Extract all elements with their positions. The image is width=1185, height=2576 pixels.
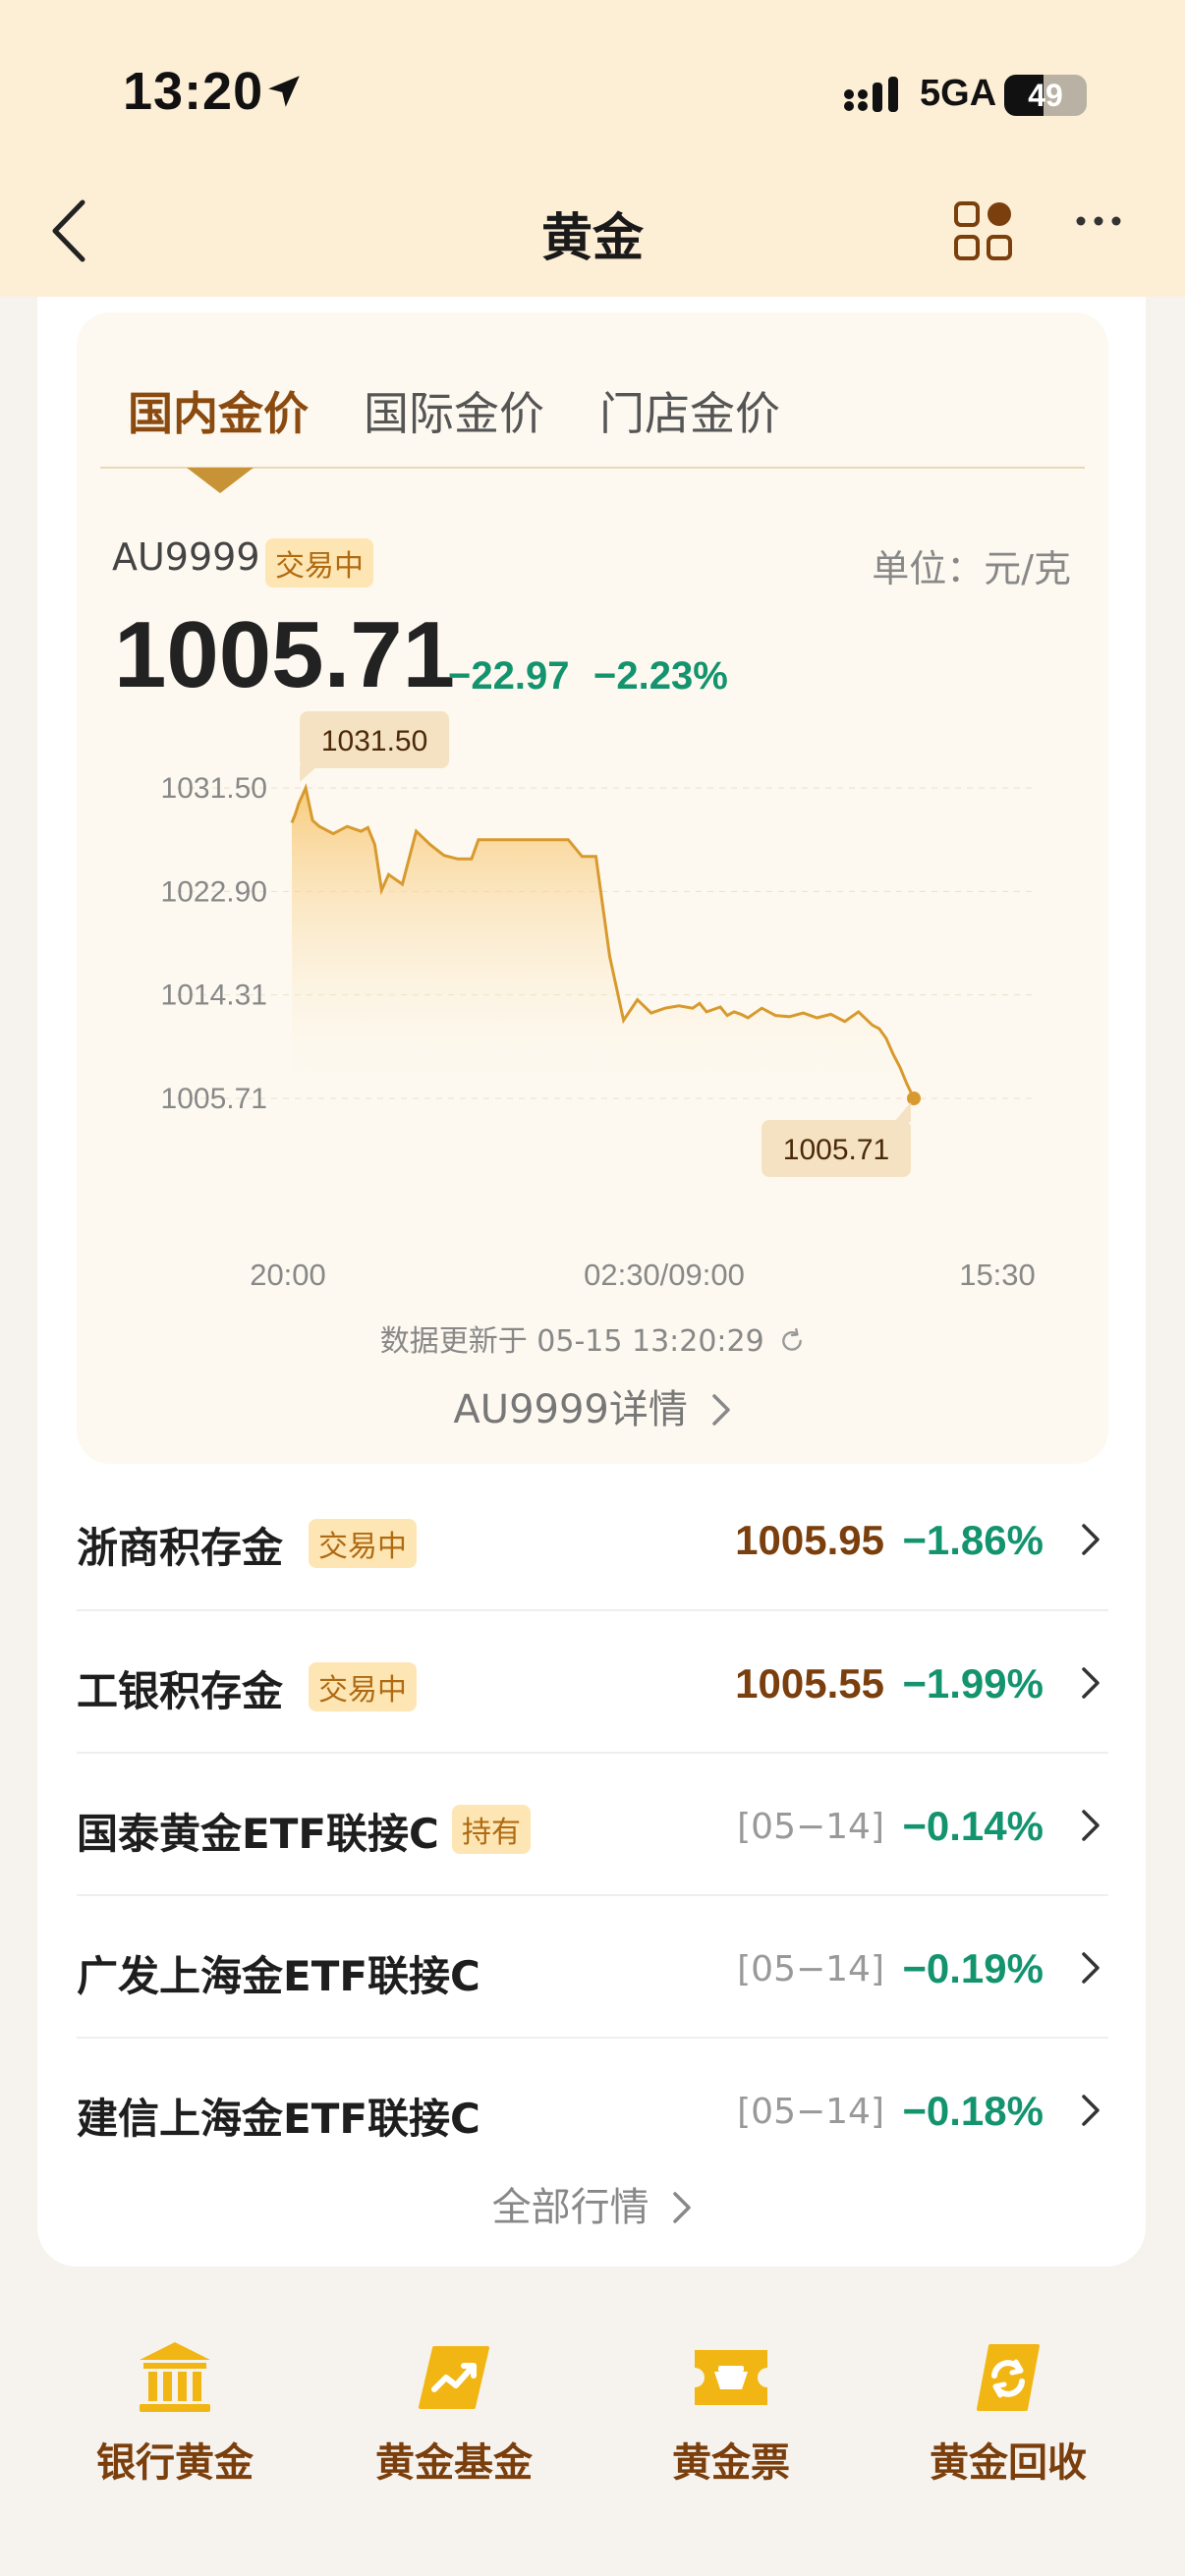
network-type: 5GA: [920, 73, 997, 114]
y-tick-label: 1014.31: [161, 980, 267, 1012]
all-markets-link[interactable]: 全部行情: [0, 2175, 1185, 2232]
chevron-right-icon: [711, 1394, 730, 1426]
y-tick-label: 1005.71: [161, 1083, 267, 1115]
list-item-guotai[interactable]: 国泰黄金ETF联接C 持有 [05−14] −0.14%: [77, 1754, 1108, 1896]
list-item-guangfa[interactable]: 广发上海金ETF联接C [05−14] −0.19%: [77, 1896, 1108, 2039]
chevron-right-icon: [1082, 1524, 1100, 1555]
quick-gold-recycle[interactable]: 黄金回收: [910, 2338, 1106, 2488]
product-change: −0.14%: [902, 1803, 1044, 1849]
battery-tip: [1080, 87, 1086, 103]
recycle-icon: [977, 2344, 1040, 2411]
chevron-right-icon: [673, 2192, 692, 2223]
trend-chart-icon: [419, 2346, 489, 2409]
y-tick-label: 1022.90: [161, 875, 267, 908]
status-badge: 交易中: [265, 538, 373, 588]
tab-store[interactable]: 门店金价: [599, 378, 780, 443]
quick-gold-ticket[interactable]: 黄金票: [633, 2338, 829, 2488]
product-name: 浙商积存金: [77, 1524, 284, 1572]
tab-domestic[interactable]: 国内金价: [128, 378, 309, 443]
all-markets-label: 全部行情: [491, 2185, 649, 2230]
update-time-row[interactable]: 数据更新于 05-15 13:20:29: [0, 1316, 1185, 1360]
detail-link-label: AU9999详情: [453, 1387, 688, 1432]
x-tick-label: 02:30/09:00: [584, 1258, 745, 1292]
quick-label: 黄金基金: [375, 2440, 533, 2486]
quick-label: 黄金票: [672, 2440, 790, 2486]
ticket-icon: [695, 2350, 767, 2405]
chevron-right-icon: [1082, 1810, 1100, 1841]
tab-indicator: [187, 468, 254, 493]
product-name: 国泰黄金ETF联接C: [77, 1810, 439, 1858]
product-date: [05−14]: [737, 2092, 884, 2132]
product-change: −0.19%: [902, 1945, 1044, 1991]
location-arrow-icon: [268, 76, 300, 107]
product-change: −1.99%: [902, 1660, 1044, 1707]
product-name: 工银积存金: [77, 1667, 284, 1715]
grid-apps-icon[interactable]: [953, 200, 1014, 261]
chevron-right-icon: [1082, 2095, 1100, 2126]
list-item-zheshang[interactable]: 浙商积存金 交易中 1005.95 −1.86%: [77, 1468, 1108, 1610]
quick-bank-gold[interactable]: 银行黄金: [77, 2338, 273, 2488]
y-tick-label: 1031.50: [161, 772, 267, 805]
max-price-tooltip: 1031.50: [300, 711, 450, 782]
top-bar: 13:20 5GA 49 黄金: [0, 0, 1185, 297]
product-change: −0.18%: [902, 2088, 1044, 2134]
product-change: −1.86%: [902, 1517, 1044, 1563]
quick-label: 银行黄金: [96, 2440, 254, 2486]
chart-end-point: [907, 1092, 921, 1105]
battery-icon: 49: [1004, 75, 1087, 116]
min-price-tooltip: 1005.71: [762, 1102, 911, 1177]
product-name: 建信上海金ETF联接C: [77, 2095, 480, 2143]
status-badge: 交易中: [309, 1662, 417, 1711]
tab-international[interactable]: 国际金价: [364, 378, 544, 443]
battery-level: 49: [1028, 78, 1063, 113]
refresh-icon[interactable]: [779, 1327, 805, 1354]
chevron-right-icon: [1082, 1952, 1100, 1984]
x-tick-label: 20:00: [250, 1258, 326, 1292]
list-item-jianxin[interactable]: 建信上海金ETF联接C [05−14] −0.18%: [77, 2039, 1108, 2181]
symbol-label: AU9999: [112, 535, 260, 579]
product-price: 1005.55: [735, 1660, 884, 1707]
chevron-right-icon: [1082, 1667, 1100, 1699]
bank-icon: [140, 2342, 210, 2412]
quick-label: 黄金回收: [930, 2440, 1087, 2486]
signal-icon: [844, 77, 898, 112]
price-change: −22.97: [448, 654, 570, 698]
min-price-label: 1005.71: [783, 1134, 889, 1166]
update-time-text: 数据更新于 05-15 13:20:29: [379, 1324, 764, 1359]
list-item-icbc[interactable]: 工银积存金 交易中 1005.55 −1.99%: [77, 1611, 1108, 1754]
unit-label: 单位：元/克: [872, 547, 1071, 590]
current-price: 1005.71: [114, 602, 456, 707]
status-badge: 交易中: [309, 1519, 417, 1568]
chart-area: [292, 788, 914, 1098]
detail-link[interactable]: AU9999详情: [0, 1377, 1185, 1434]
product-name: 广发上海金ETF联接C: [77, 1952, 480, 2000]
price-chart[interactable]: 1031.50 1022.90 1014.31 1005.71 20:00 02:30/…: [138, 707, 1051, 1297]
status-time: 13:20: [123, 62, 264, 121]
holding-badge: 持有: [452, 1805, 531, 1854]
product-price: 1005.95: [735, 1517, 884, 1563]
price-change-percent: −2.23%: [593, 654, 728, 698]
x-tick-label: 15:30: [959, 1258, 1036, 1292]
more-icon[interactable]: [1075, 214, 1122, 228]
quick-gold-fund[interactable]: 黄金基金: [356, 2338, 552, 2488]
product-date: [05−14]: [737, 1949, 884, 1989]
product-date: [05−14]: [737, 1807, 884, 1847]
price-tabs: 国内金价 国际金价 门店金价: [128, 378, 780, 443]
max-price-label: 1031.50: [321, 725, 427, 757]
